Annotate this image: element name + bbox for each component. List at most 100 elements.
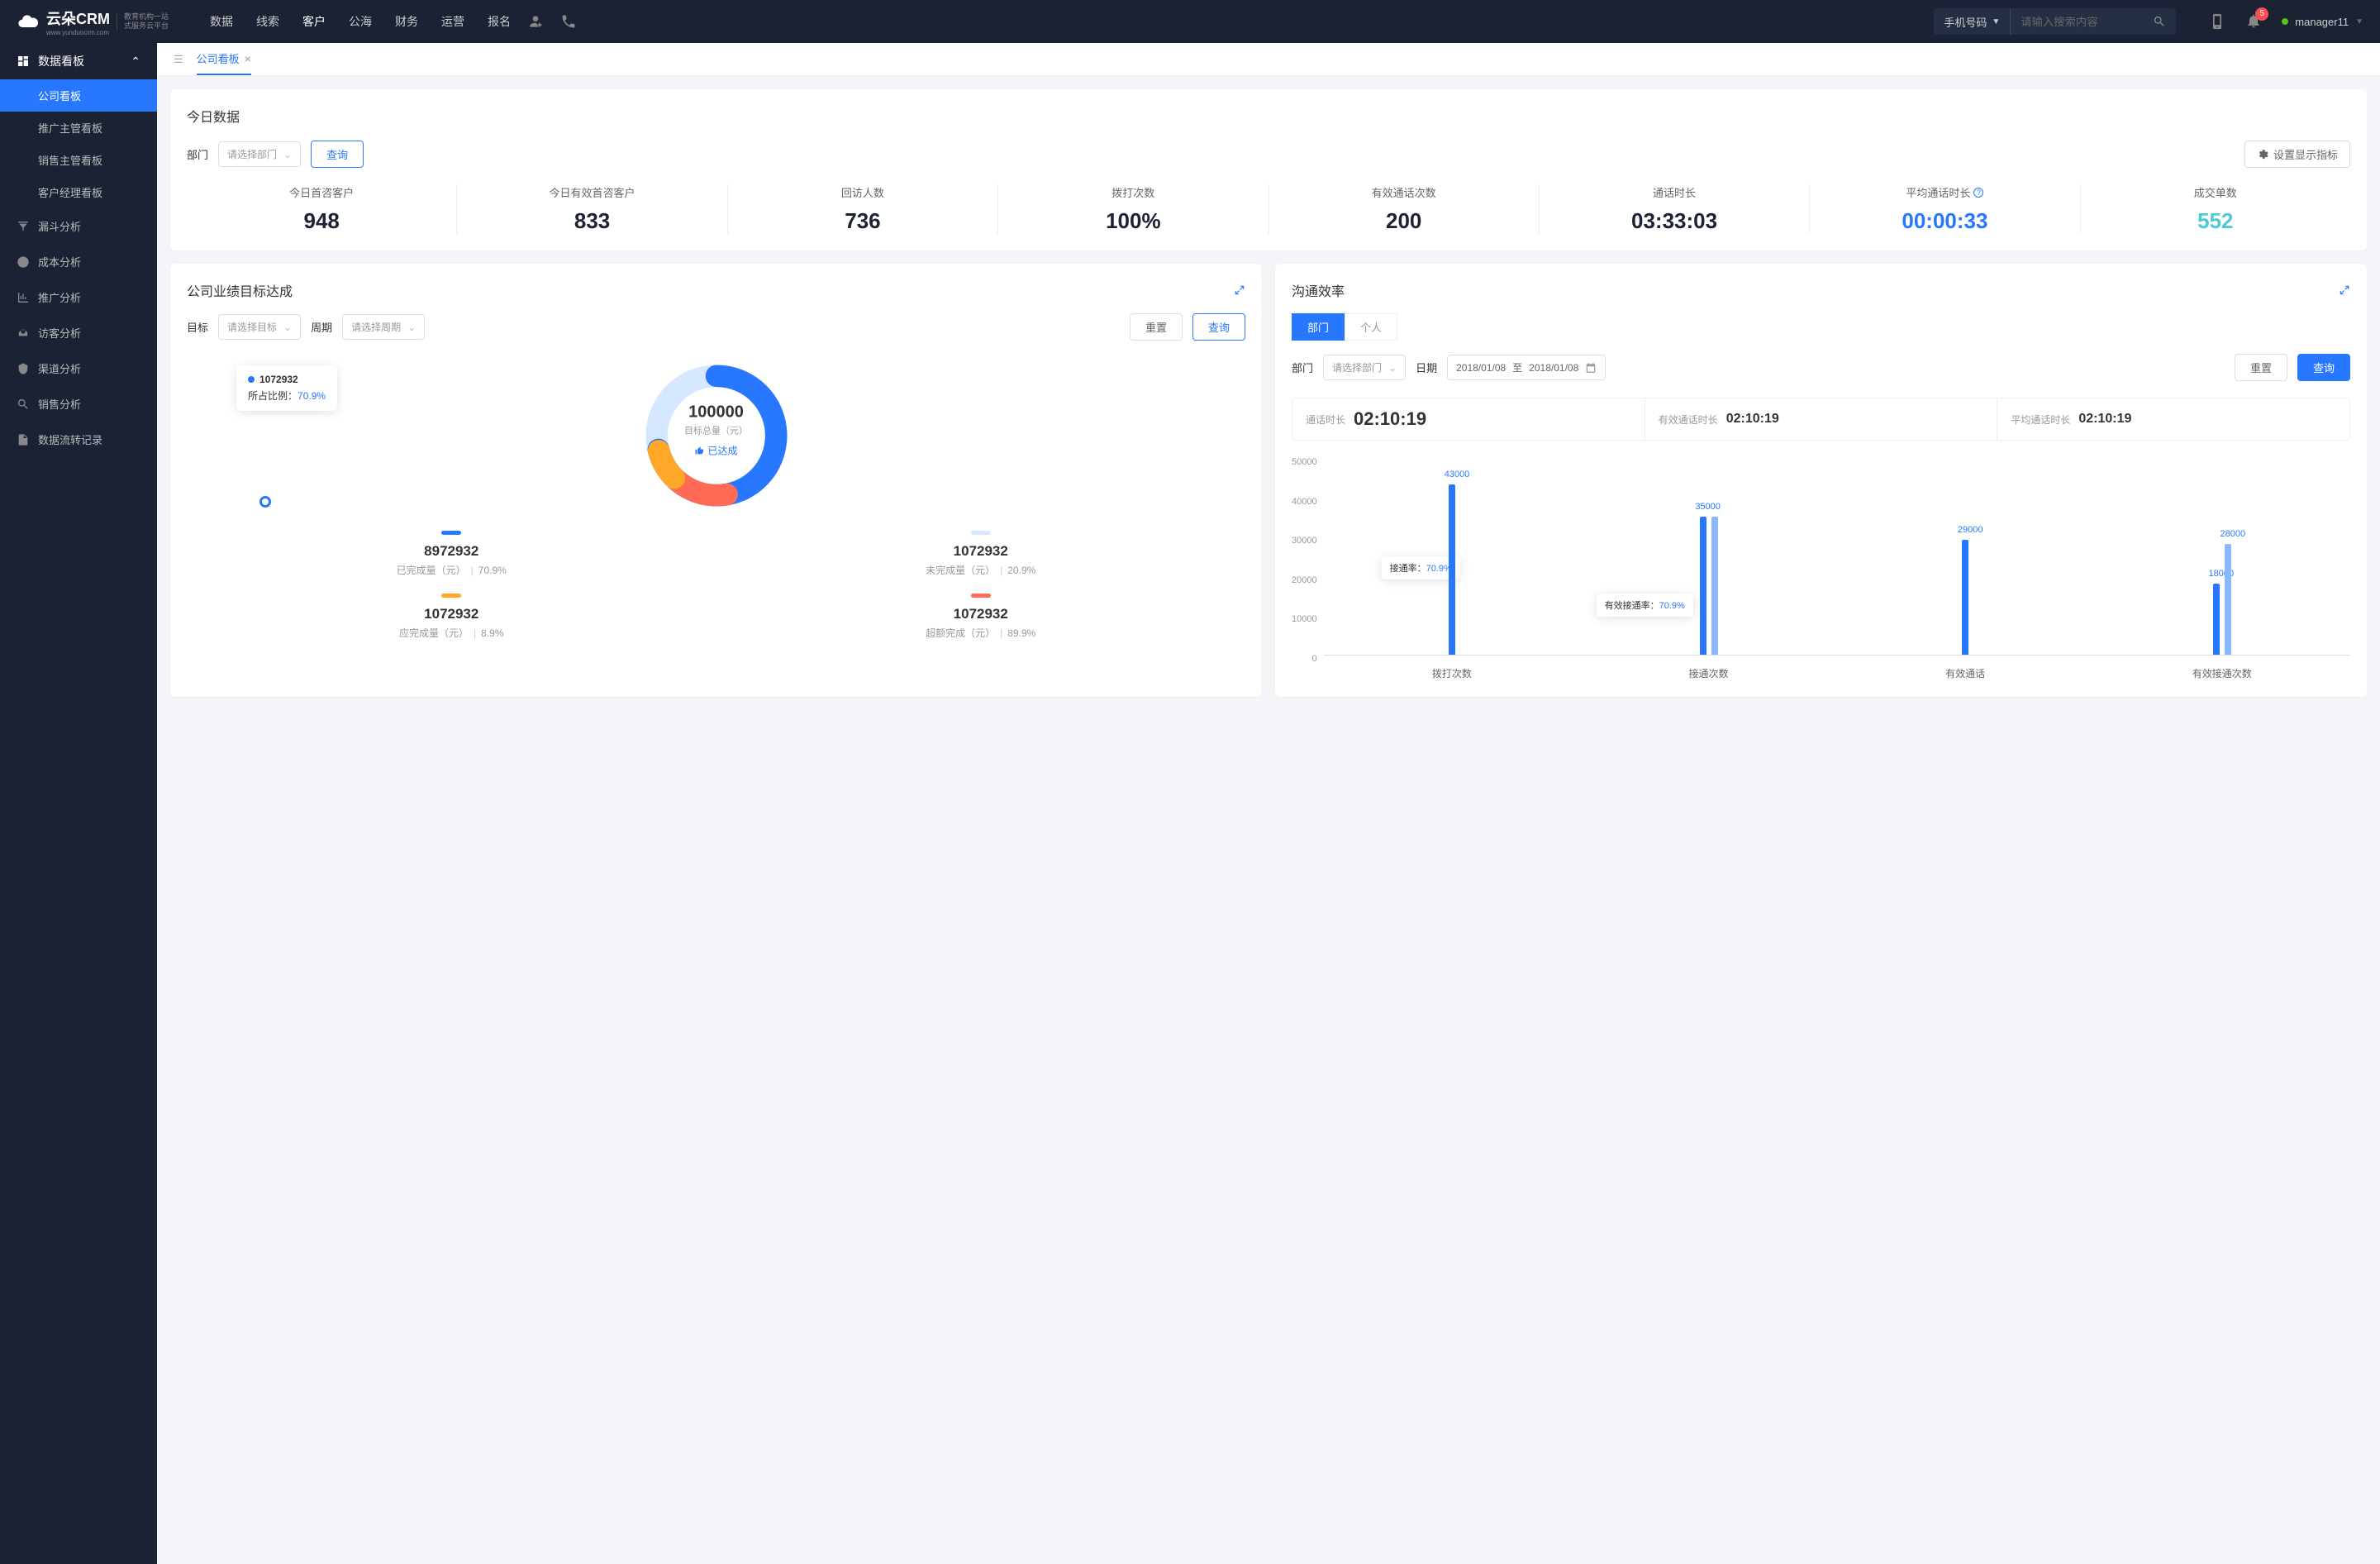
info-icon[interactable]: ? bbox=[1973, 188, 1983, 198]
sidebar-sub-item[interactable]: 推广主管看板 bbox=[0, 112, 157, 144]
bar[interactable] bbox=[1711, 517, 1718, 655]
donut-status: 已达成 bbox=[684, 443, 748, 457]
legend-item: 1072932应完成量（元）|8.9% bbox=[187, 594, 716, 640]
donut-center-value: 100000 bbox=[684, 403, 748, 422]
notifications[interactable]: 5 bbox=[2245, 12, 2262, 31]
time-value: 02:10:19 bbox=[1726, 412, 1779, 427]
sidebar-item[interactable]: 渠道分析 bbox=[0, 350, 157, 386]
sidebar-sub-item[interactable]: 客户经理看板 bbox=[0, 176, 157, 208]
nav-item[interactable]: 客户 bbox=[302, 13, 326, 30]
comm-dept-label: 部门 bbox=[1292, 360, 1313, 375]
legend-value: 1072932 bbox=[187, 606, 716, 622]
x-label: 拨打次数 bbox=[1324, 666, 1581, 680]
stat-item: 今日首咨客户948 bbox=[187, 184, 457, 234]
expand-icon[interactable] bbox=[1234, 284, 1245, 296]
query-button[interactable]: 查询 bbox=[311, 141, 364, 168]
dept-select[interactable]: 请选择部门 ⌄ bbox=[218, 141, 301, 167]
logo-text: 云朵CRM bbox=[46, 7, 110, 29]
chevron-down-icon: ⌄ bbox=[283, 322, 292, 333]
search-button[interactable] bbox=[2143, 15, 2176, 28]
dept-placeholder: 请选择部门 bbox=[227, 147, 277, 161]
time-cell: 通话时长02:10:19 bbox=[1292, 398, 1645, 440]
chart-handle[interactable] bbox=[259, 496, 271, 508]
phone-icon[interactable] bbox=[560, 13, 577, 30]
sidebar-item[interactable]: 销售分析 bbox=[0, 386, 157, 422]
settings-button[interactable]: 设置显示指标 bbox=[2244, 141, 2350, 168]
sidebar-group-label: 数据看板 bbox=[38, 53, 84, 69]
expand-icon[interactable] bbox=[2339, 284, 2350, 296]
y-tick: 20000 bbox=[1292, 575, 1317, 585]
reset-button[interactable]: 重置 bbox=[1130, 313, 1183, 341]
legend-value: 1072932 bbox=[716, 606, 1246, 622]
sidebar-sub-item[interactable]: 公司看板 bbox=[0, 79, 157, 112]
close-icon[interactable]: × bbox=[245, 52, 251, 65]
card-today: 今日数据 部门 请选择部门 ⌄ 查询 设置显示指标 今日首咨客户948 bbox=[170, 89, 2367, 250]
time-label: 有效通话时长 bbox=[1659, 412, 1718, 427]
bar[interactable]: 35000 bbox=[1700, 517, 1706, 655]
tooltip-value: 1072932 bbox=[259, 374, 298, 385]
logo-sub1: 教育机构一站 bbox=[124, 12, 169, 21]
stat-label: 拨打次数 bbox=[998, 184, 1268, 200]
nav-item[interactable]: 报名 bbox=[488, 13, 511, 30]
main: ☰ 公司看板 × 今日数据 部门 请选择部门 ⌄ 查询 bbox=[157, 43, 2380, 1564]
comm-reset-button[interactable]: 重置 bbox=[2235, 354, 2287, 381]
sidebar-item[interactable]: 漏斗分析 bbox=[0, 208, 157, 244]
stat-value: 552 bbox=[2081, 208, 2350, 234]
sidebar-sub-item[interactable]: 销售主管看板 bbox=[0, 144, 157, 176]
tooltip-ratio: 70.9% bbox=[298, 390, 326, 402]
sidebar-group-dashboard[interactable]: 数据看板 ⌃ bbox=[0, 43, 157, 79]
time-label: 通话时长 bbox=[1306, 412, 1345, 427]
comm-query-button[interactable]: 查询 bbox=[2297, 354, 2350, 381]
period-select[interactable]: 请选择周期 ⌄ bbox=[342, 314, 425, 340]
add-user-icon[interactable] bbox=[527, 13, 544, 30]
tab-company-board[interactable]: 公司看板 × bbox=[197, 43, 251, 75]
legend-value: 8972932 bbox=[187, 543, 716, 560]
settings-label: 设置显示指标 bbox=[2273, 146, 2338, 162]
nav-item[interactable]: 财务 bbox=[395, 13, 418, 30]
bar[interactable]: 43000 bbox=[1449, 484, 1455, 655]
segment-button[interactable]: 个人 bbox=[1345, 313, 1397, 341]
comm-dept-select[interactable]: 请选择部门 ⌄ bbox=[1323, 355, 1406, 380]
nav-item[interactable]: 数据 bbox=[210, 13, 233, 30]
goal-select[interactable]: 请选择目标 ⌄ bbox=[218, 314, 301, 340]
y-tick: 50000 bbox=[1292, 457, 1317, 467]
tabs-menu-icon[interactable]: ☰ bbox=[174, 53, 183, 66]
mobile-icon[interactable] bbox=[2209, 13, 2225, 30]
target-title: 公司业绩目标达成 bbox=[187, 280, 293, 300]
segment-button[interactable]: 部门 bbox=[1292, 313, 1345, 341]
nav-item[interactable]: 运营 bbox=[441, 13, 464, 30]
sidebar-item[interactable]: 数据流转记录 bbox=[0, 422, 157, 457]
bar[interactable]: 28000 bbox=[2225, 544, 2231, 655]
donut-tooltip: 1072932 所占比例：70.9% bbox=[236, 365, 337, 411]
nav-item[interactable]: 线索 bbox=[256, 13, 279, 30]
date-to-label: 至 bbox=[1512, 360, 1522, 374]
tabbar: ☰ 公司看板 × bbox=[157, 43, 2380, 76]
bar[interactable]: 29000 bbox=[1962, 540, 1968, 655]
today-title: 今日数据 bbox=[187, 106, 2350, 126]
sidebar-item[interactable]: 访客分析 bbox=[0, 315, 157, 350]
sidebar-item[interactable]: 推广分析 bbox=[0, 279, 157, 315]
search-type-select[interactable]: 手机号码 ▼ bbox=[1934, 8, 2011, 35]
header: 云朵CRM www.yunduocrm.com 教育机构一站 式服务云平台 数据… bbox=[0, 0, 2380, 43]
bar[interactable]: 18000 bbox=[2213, 584, 2220, 655]
donut-center-label: 目标总量（元） bbox=[684, 423, 748, 436]
sidebar-item[interactable]: 成本分析 bbox=[0, 244, 157, 279]
query-button[interactable]: 查询 bbox=[1192, 313, 1245, 341]
time-label: 平均通话时长 bbox=[2011, 412, 2070, 427]
legend-item: 8972932已完成量（元）|70.9% bbox=[187, 531, 716, 577]
date-range-input[interactable]: 2018/01/08 至 2018/01/08 bbox=[1447, 355, 1606, 380]
search-type-label: 手机号码 bbox=[1944, 14, 1987, 30]
logo[interactable]: 云朵CRM www.yunduocrm.com 教育机构一站 式服务云平台 bbox=[17, 7, 169, 36]
search-input[interactable] bbox=[2011, 16, 2143, 28]
y-tick: 10000 bbox=[1292, 614, 1317, 624]
x-label: 接通次数 bbox=[1580, 666, 1837, 680]
date-end: 2018/01/08 bbox=[1529, 362, 1578, 374]
stat-label: 今日首咨客户 bbox=[187, 184, 456, 200]
legend-color bbox=[971, 594, 991, 598]
cloud-icon bbox=[17, 10, 40, 33]
bar-group: 35000 bbox=[1580, 457, 1837, 655]
legend-color bbox=[441, 594, 461, 598]
user-menu[interactable]: manager11 ▼ bbox=[2282, 16, 2363, 28]
y-tick: 30000 bbox=[1292, 536, 1317, 546]
nav-item[interactable]: 公海 bbox=[349, 13, 372, 30]
